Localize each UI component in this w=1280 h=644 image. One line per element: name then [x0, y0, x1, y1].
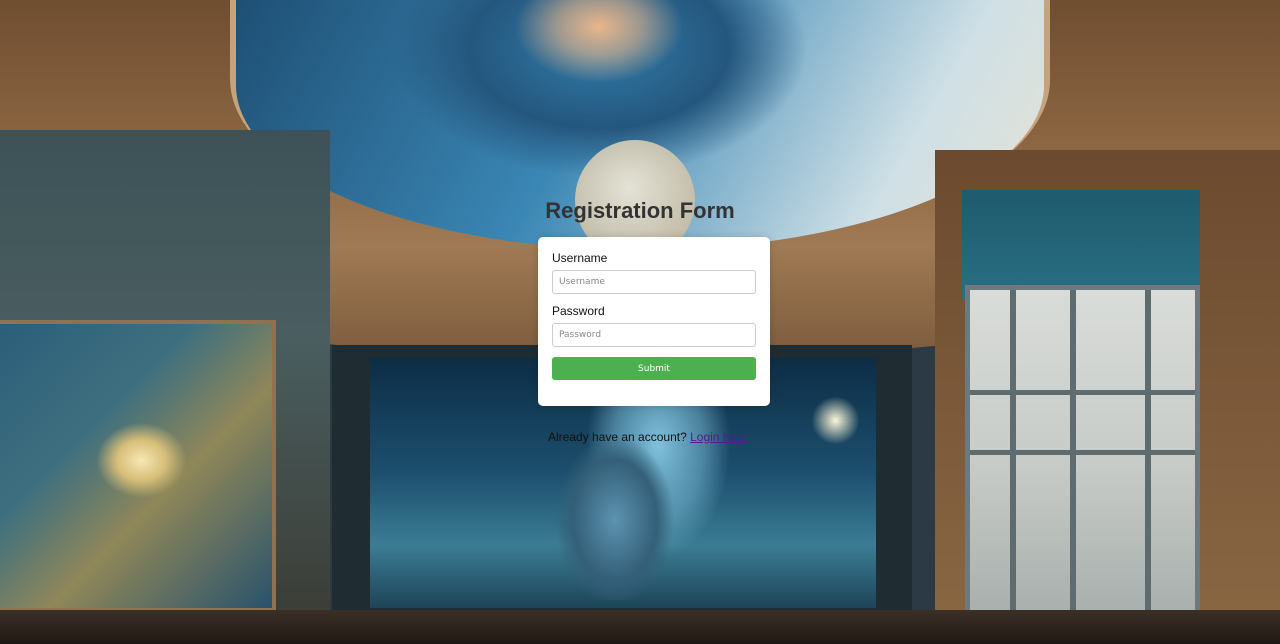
login-prompt: Already have an account? Login here — [548, 430, 747, 444]
username-input[interactable] — [552, 270, 756, 294]
left-wall-mural — [0, 320, 276, 612]
city-window — [965, 285, 1200, 615]
login-prompt-text: Already have an account? — [548, 430, 687, 444]
login-link[interactable]: Login here — [690, 430, 747, 444]
password-input[interactable] — [552, 323, 756, 347]
submit-button[interactable]: Submit — [552, 357, 756, 380]
username-label: Username — [552, 251, 608, 265]
audience-silhouettes — [0, 610, 1280, 644]
registration-form: Username Password Submit — [538, 237, 770, 406]
page-title: Registration Form — [545, 198, 735, 223]
password-label: Password — [552, 304, 605, 318]
